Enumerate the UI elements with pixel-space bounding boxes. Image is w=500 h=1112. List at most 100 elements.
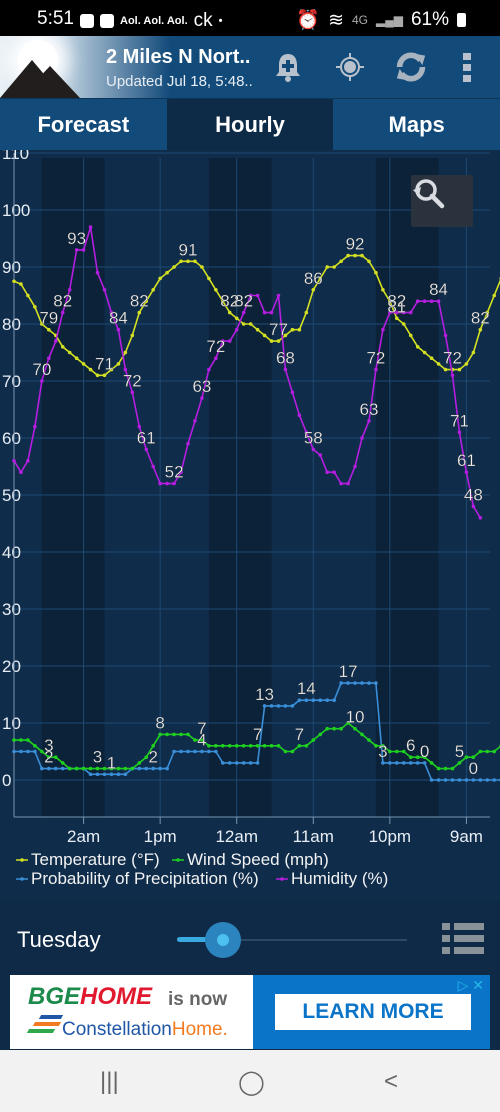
data-label: 84 bbox=[109, 309, 128, 328]
data-point bbox=[408, 755, 413, 759]
ad-banner[interactable]: BGEHOME is now ConstellationHome. LEARN … bbox=[10, 975, 490, 1049]
data-point bbox=[193, 259, 197, 264]
data-point bbox=[304, 310, 309, 315]
data-point bbox=[165, 766, 169, 771]
y-tick-label: 20 bbox=[2, 657, 21, 676]
data-point bbox=[401, 322, 406, 326]
data-label: 71 bbox=[95, 354, 114, 373]
data-label: 3 bbox=[93, 748, 102, 767]
data-label: 86 bbox=[304, 269, 323, 288]
bge-text: BGE bbox=[28, 983, 81, 1010]
data-point bbox=[88, 367, 93, 372]
chart-canvas[interactable]: 01020304050607080901001102am 1pm 12am 11am 1… bbox=[0, 150, 500, 900]
overflow-menu-button[interactable] bbox=[455, 50, 479, 84]
hourly-chart[interactable]: 0 10 20 30 40 50 60 70 80 90 100 110 2am 1pm 12am 11am 1… bbox=[0, 150, 500, 900]
data-point bbox=[457, 778, 462, 782]
data-point bbox=[374, 367, 378, 372]
data-point bbox=[346, 253, 350, 258]
data-point bbox=[158, 276, 162, 281]
refresh-button[interactable] bbox=[394, 50, 428, 84]
data-point bbox=[186, 259, 190, 264]
data-point bbox=[67, 350, 72, 355]
data-point bbox=[47, 766, 51, 771]
data-point bbox=[367, 419, 371, 423]
data-label: 72 bbox=[366, 349, 385, 368]
message-icon bbox=[80, 14, 94, 28]
data-point bbox=[227, 761, 232, 765]
data-label: 92 bbox=[346, 235, 365, 254]
data-label: 7 bbox=[295, 725, 304, 744]
data-point bbox=[12, 749, 16, 754]
data-point bbox=[353, 726, 357, 731]
reset-zoom-button[interactable] bbox=[411, 175, 473, 227]
data-label: 72 bbox=[443, 349, 462, 368]
add-alert-button[interactable] bbox=[271, 50, 305, 84]
data-point bbox=[186, 441, 190, 446]
data-point bbox=[26, 738, 30, 742]
data-point bbox=[255, 761, 260, 765]
data-point bbox=[408, 333, 413, 338]
tab-forecast[interactable]: Forecast bbox=[0, 99, 167, 151]
data-point bbox=[95, 766, 100, 771]
data-point bbox=[88, 766, 93, 771]
data-point bbox=[471, 778, 476, 782]
data-point bbox=[116, 327, 121, 332]
day-control-bar: Tuesday bbox=[0, 903, 500, 975]
data-point bbox=[12, 459, 16, 463]
data-label: 82 bbox=[130, 292, 149, 311]
data-point bbox=[53, 755, 58, 759]
location-title[interactable]: 2 Miles N Nort.. bbox=[106, 46, 250, 69]
data-point bbox=[367, 681, 371, 685]
day-slider-thumb[interactable] bbox=[205, 922, 241, 958]
data-point bbox=[269, 744, 274, 748]
ad-brand-panel[interactable]: BGEHOME is now ConstellationHome. bbox=[10, 975, 253, 1049]
data-point bbox=[172, 481, 176, 486]
data-point bbox=[297, 327, 302, 332]
data-point bbox=[60, 766, 65, 771]
data-point bbox=[88, 772, 93, 777]
data-point bbox=[381, 327, 385, 332]
notification-icons: Aol. Aol. Aol. ck • bbox=[80, 10, 222, 32]
back-button[interactable]: < bbox=[384, 1068, 398, 1096]
data-point bbox=[332, 470, 336, 475]
constellation-text: Constellation bbox=[62, 1019, 172, 1040]
data-point bbox=[12, 738, 16, 742]
data-point bbox=[464, 470, 469, 475]
data-point bbox=[422, 761, 427, 765]
data-label: 79 bbox=[39, 309, 58, 328]
recents-button[interactable]: ||| bbox=[100, 1068, 119, 1096]
system-nav-bar: ||| ◯ < bbox=[0, 1050, 500, 1112]
tab-hourly[interactable]: Hourly bbox=[166, 99, 334, 151]
legend-label: Probability of Precipitation (%) bbox=[31, 869, 259, 888]
list-icon-bullet bbox=[442, 935, 450, 942]
data-point bbox=[290, 390, 295, 395]
data-point bbox=[165, 481, 169, 486]
list-view-button[interactable] bbox=[440, 921, 484, 957]
data-point bbox=[262, 310, 267, 315]
data-point bbox=[492, 778, 497, 782]
locate-button[interactable] bbox=[333, 50, 367, 84]
data-point bbox=[26, 749, 30, 754]
ad-choices-icon[interactable]: ▷ ✕ bbox=[458, 977, 484, 994]
data-point bbox=[262, 744, 267, 748]
data-point bbox=[422, 350, 427, 355]
data-point bbox=[388, 749, 392, 754]
day-label: Tuesday bbox=[17, 927, 101, 952]
tab-maps[interactable]: Maps bbox=[333, 99, 500, 151]
data-label: 82 bbox=[53, 292, 72, 311]
data-point bbox=[151, 766, 155, 771]
data-label: 48 bbox=[464, 485, 483, 504]
home-word: Home. bbox=[171, 1019, 228, 1040]
data-point bbox=[332, 698, 336, 702]
data-point bbox=[47, 327, 51, 332]
data-point bbox=[109, 772, 114, 777]
home-button[interactable]: ◯ bbox=[238, 1068, 265, 1097]
ad-cta-panel[interactable]: LEARN MORE ▷ ✕ bbox=[253, 975, 490, 1049]
data-point bbox=[436, 299, 441, 303]
data-point bbox=[360, 436, 364, 440]
data-point bbox=[450, 766, 455, 771]
aol-icons: Aol. Aol. Aol. bbox=[120, 15, 188, 27]
learn-more-button[interactable]: LEARN MORE bbox=[275, 994, 471, 1030]
constellation-logo-icon bbox=[26, 1015, 66, 1037]
data-point bbox=[19, 282, 23, 286]
